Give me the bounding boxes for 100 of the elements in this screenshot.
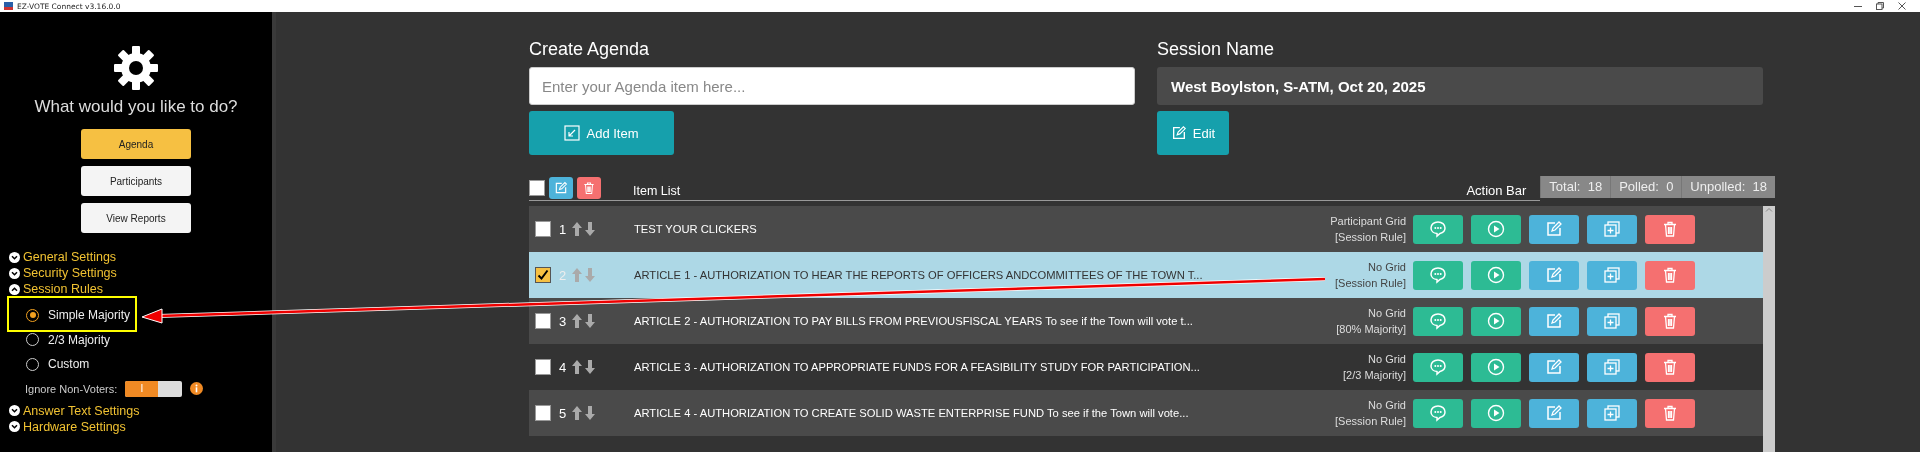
move-down-icon[interactable]: [584, 359, 596, 375]
item-title: ARTICLE 3 - AUTHORIZATION TO APPROPRIATE FUNDS FOR A FEASIBILITY STUDY FOR PARTICIPATION...: [634, 361, 1201, 373]
nav-button[interactable]: Agenda: [81, 129, 191, 159]
duplicate-icon: [1603, 266, 1621, 284]
stat-counter: Unpolled: 18: [1681, 176, 1775, 198]
play-icon: [1487, 404, 1505, 422]
item-title: ARTICLE 2 - AUTHORIZATION TO PAY BILLS FROM PREVIOUSFISCAL YEARS To see if the Town will vote t...: [634, 315, 1194, 327]
move-up-icon[interactable]: [571, 313, 583, 329]
duplicate-button[interactable]: [1587, 214, 1637, 244]
app-icon: [4, 2, 13, 10]
comment-button[interactable]: [1413, 214, 1463, 244]
move-up-icon[interactable]: [571, 221, 583, 237]
expand-icon: [9, 267, 20, 279]
start-poll-button[interactable]: [1471, 306, 1521, 336]
section-title: Session Name: [1157, 39, 1276, 60]
grid-rule-text: No Grid [2/3 Majority]: [1343, 352, 1406, 383]
edit-button[interactable]: [1529, 398, 1579, 428]
start-poll-button[interactable]: [1471, 214, 1521, 244]
comment-button[interactable]: [1413, 306, 1463, 336]
comment-button[interactable]: [1413, 352, 1463, 382]
play-icon: [1487, 220, 1505, 238]
grid-rule-text: No Grid [Session Rule]: [1335, 398, 1406, 429]
edit-icon: [1545, 358, 1563, 376]
chat-bubble-icon: [1429, 220, 1447, 238]
trash-icon: [1661, 404, 1679, 422]
settings-section-header[interactable]: General Settings: [9, 249, 272, 265]
row-checkbox[interactable]: [535, 313, 551, 329]
settings-section-header[interactable]: Security Settings: [9, 265, 272, 281]
play-icon: [1487, 312, 1505, 330]
comment-button[interactable]: [1413, 398, 1463, 428]
settings-section-header[interactable]: Answer Text Settings: [9, 402, 272, 419]
item-number: 4: [559, 359, 568, 375]
add-icon: [564, 125, 581, 141]
move-up-icon[interactable]: [571, 405, 583, 421]
bulk-edit-button[interactable]: [549, 176, 573, 199]
settings-section-header[interactable]: Session Rules: [9, 281, 272, 297]
stat-counter: Polled: 0: [1610, 176, 1682, 198]
nav-button[interactable]: Participants: [81, 166, 191, 196]
item-number: 3: [559, 313, 568, 329]
agenda-row[interactable]: 2 ARTICLE 1 - AUTHORIZATION TO HEAR THE REPORTS OF OFFICERS ANDCOMMITTEES OF THE TOWN T... No Grid [Session Rule]: [529, 252, 1763, 298]
edit-button[interactable]: [1529, 214, 1579, 244]
delete-button[interactable]: [1645, 214, 1695, 244]
settings-section-header[interactable]: Hardware Settings: [9, 418, 272, 435]
duplicate-icon: [1603, 220, 1621, 238]
row-checkbox[interactable]: [535, 359, 551, 375]
duplicate-button[interactable]: [1587, 352, 1637, 382]
grid-rule-text: No Grid [80% Majority]: [1336, 306, 1406, 337]
close-icon[interactable]: [1898, 2, 1906, 10]
edit-button[interactable]: [1529, 306, 1579, 336]
info-icon[interactable]: [190, 382, 204, 395]
agenda-input-field[interactable]: Enter your Agenda item here...: [529, 67, 1135, 105]
move-down-icon[interactable]: [584, 221, 596, 237]
item-title: ARTICLE 4 - AUTHORIZATION TO CREATE SOLID WASTE ENTERPRISE FUND To see if the Town will vote...: [634, 407, 1190, 419]
row-checkbox[interactable]: [535, 405, 551, 421]
collapse-icon: [9, 283, 20, 295]
toggle-label: Ignore Non-Voters:: [25, 382, 118, 395]
trash-icon: [1661, 312, 1679, 330]
prompt-text: What would you like to do?: [33, 97, 239, 117]
edit-icon: [1545, 266, 1563, 284]
delete-button[interactable]: [1645, 352, 1695, 382]
duplicate-button[interactable]: [1587, 306, 1637, 336]
move-down-icon[interactable]: [584, 405, 596, 421]
edit-icon: [1545, 404, 1563, 422]
start-poll-button[interactable]: [1471, 260, 1521, 290]
section-title: Create Agenda: [529, 39, 651, 60]
agenda-row[interactable]: 1 TEST YOUR CLICKERS Participant Grid [Session Rule]: [529, 206, 1763, 252]
select-all-checkbox[interactable]: [529, 179, 545, 196]
column-header: Action Bar: [1466, 183, 1527, 198]
duplicate-icon: [1603, 358, 1621, 376]
nav-button[interactable]: View Reports: [81, 203, 191, 233]
chat-bubble-icon: [1429, 266, 1447, 284]
delete-button[interactable]: [1645, 306, 1695, 336]
move-up-icon[interactable]: [571, 359, 583, 375]
duplicate-button[interactable]: [1587, 398, 1637, 428]
scrollbar[interactable]: [1763, 206, 1775, 452]
chat-bubble-icon: [1429, 358, 1447, 376]
duplicate-icon: [1603, 404, 1621, 422]
item-number: 2: [559, 267, 568, 283]
play-icon: [1487, 266, 1505, 284]
delete-button[interactable]: [1645, 398, 1695, 428]
start-poll-button[interactable]: [1471, 398, 1521, 428]
agenda-row[interactable]: 5 ARTICLE 4 - AUTHORIZATION TO CREATE SOLID WASTE ENTERPRISE FUND To see if the Town will vote... No Grid [Session Rule]: [529, 390, 1763, 436]
expand-icon: [9, 405, 20, 416]
edit-icon: [1170, 125, 1187, 141]
expand-icon: [9, 421, 20, 432]
check-icon: [537, 269, 549, 281]
session-name-field[interactable]: West Boylston, S-ATM, Oct 20, 2025: [1157, 67, 1763, 105]
start-poll-button[interactable]: [1471, 352, 1521, 382]
move-down-icon[interactable]: [584, 313, 596, 329]
restore-icon[interactable]: [1876, 2, 1884, 10]
gear-icon: [113, 45, 159, 91]
row-checkbox[interactable]: [535, 267, 551, 283]
edit-button[interactable]: [1529, 352, 1579, 382]
duplicate-icon: [1603, 312, 1621, 330]
radio-option[interactable]: Custom: [26, 352, 272, 377]
row-checkbox[interactable]: [535, 221, 551, 237]
agenda-row[interactable]: 3 ARTICLE 2 - AUTHORIZATION TO PAY BILLS FROM PREVIOUSFISCAL YEARS To see if the Town will vote t... No Grid [80% Majority]: [529, 298, 1763, 344]
radio-option[interactable]: 2/3 Majority: [26, 327, 272, 352]
edit-icon: [554, 180, 568, 195]
bulk-delete-button[interactable]: [577, 176, 601, 199]
